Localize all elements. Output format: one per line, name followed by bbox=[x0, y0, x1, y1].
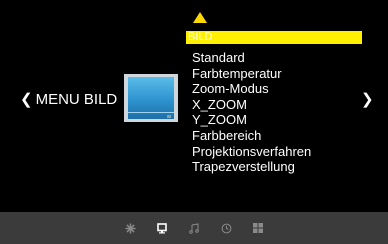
menu-item-trapezverstellung[interactable]: Trapezverstellung bbox=[186, 159, 362, 175]
menu-item-y-zoom[interactable]: Y_ZOOM bbox=[186, 112, 362, 128]
nav-prev-menu[interactable]: ❮ MENU BILD bbox=[20, 90, 117, 110]
chevron-right-icon: ❯ bbox=[361, 91, 374, 108]
menu-header-bild[interactable]: BILD bbox=[186, 31, 362, 44]
settings-icon[interactable] bbox=[122, 220, 138, 236]
nav-next-menu[interactable]: ❯ bbox=[361, 90, 374, 110]
current-menu-label: MENU BILD bbox=[35, 91, 118, 108]
menu-item-farbbereich[interactable]: Farbbereich bbox=[186, 128, 362, 144]
menu-item-zoom-modus[interactable]: Zoom-Modus bbox=[186, 81, 362, 97]
osd-screen: ❮ MENU BILD BILD Standard Farbtemperatur… bbox=[0, 0, 388, 244]
menu-item-farbtemperatur[interactable]: Farbtemperatur bbox=[186, 66, 362, 82]
bottom-menu-bar bbox=[0, 212, 388, 244]
picture-icon[interactable] bbox=[154, 220, 170, 236]
menu-item-projektionsverfahren[interactable]: Projektionsverfahren bbox=[186, 144, 362, 160]
menu-item-standard[interactable]: Standard bbox=[186, 50, 362, 66]
scroll-up-arrow-icon[interactable] bbox=[193, 12, 207, 23]
menu-list: BILD Standard Farbtemperatur Zoom-Modus … bbox=[186, 31, 362, 175]
chevron-left-icon: ❮ bbox=[20, 91, 33, 108]
music-icon[interactable] bbox=[186, 220, 202, 236]
menu-item-x-zoom[interactable]: X_ZOOM bbox=[186, 97, 362, 113]
clock-icon[interactable] bbox=[218, 220, 234, 236]
grid-icon[interactable] bbox=[250, 220, 266, 236]
picture-mode-icon bbox=[124, 74, 178, 122]
